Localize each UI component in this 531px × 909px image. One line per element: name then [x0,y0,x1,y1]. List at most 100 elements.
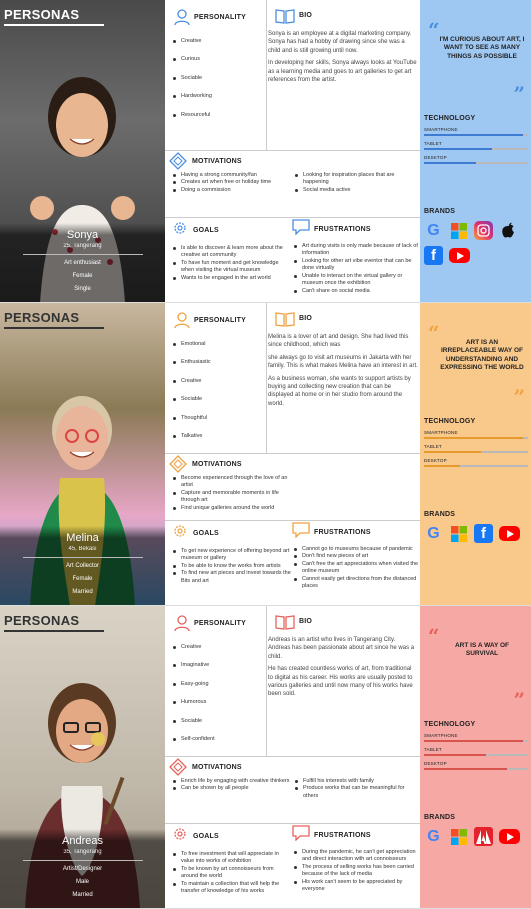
speech-bubble-icon [292,219,310,240]
persona-name: Sonya [66,229,99,241]
motivation-item: Enrich life by engaging with creative th… [171,778,293,785]
persona-meta: Single [74,286,91,292]
quote-box: “ ART IS A WAY OF SURVIVAL ” [420,606,531,714]
motivation-item: Become experienced through the love of a… [171,475,293,490]
quote-close-icon: ” [513,82,525,106]
google-icon: G [427,524,440,542]
technology-section: TECHNOLOGY SMARTPHONE TABLET DESKTOP [424,418,529,472]
persona-subtitle: 25, Tangerang [63,243,102,249]
google-icon: G [427,827,440,845]
tech-label: SMARTPHONE [424,430,458,435]
persona-meta: Married [72,892,93,898]
frustration-item: Looking for other art vibe eventor that … [292,258,418,273]
header-underline [4,630,104,632]
facebook-icon: f [424,246,443,265]
person-icon [173,614,191,637]
frustration-item: Cannot easily get directions from the di… [292,576,418,591]
bio-title: BIO [299,315,313,322]
tech-fill [424,754,486,756]
tech-label: TABLET [424,747,442,752]
bio-text: Sonya is an employee at a digital market… [268,26,418,84]
personality-item: Thoughtful [171,415,266,422]
tech-fill [424,162,476,164]
tech-track [424,162,528,164]
personality-title: PERSONALITY [194,620,246,627]
tech-bar: SMARTPHONE [424,430,529,439]
technology-section: TECHNOLOGY SMARTPHONE TABLET DESKTOP [424,721,529,775]
persona-details: PERSONALITY Creative Curious Sociable Hardw… [165,0,420,302]
goals-title: GOALS [193,833,219,840]
tech-track [424,148,528,150]
quote-box: “ ART IS AN IRREPLACEABLE WAY OF UNDERST… [420,303,531,411]
motivations-right [293,475,418,512]
youtube-icon [499,526,520,541]
divider [22,860,143,861]
adobe-icon [474,827,493,846]
frustrations-section: FRUSTRATIONS Art during visits is only m… [292,219,418,295]
persona-details: PERSONALITY Emotional Enthusiastic Creativ… [165,303,420,605]
persona-quote: ART IS AN IRREPLACEABLE WAY OF UNDERSTAN… [440,339,524,372]
goals-section: GOALS To free investment that will appre… [171,825,291,896]
brands-title: BRANDS [424,208,456,215]
brands-title: BRANDS [424,511,456,518]
goals-section: GOALS To get new experience of offering … [171,522,291,585]
windows-icon [449,524,468,543]
motivation-item: Capture and memorable moments in life th… [171,490,293,505]
motivations-left: Enrich life by engaging with creative th… [171,778,293,800]
tech-track [424,754,528,756]
personality-item: Creative [171,644,266,651]
persona-meta: Art Collector [65,563,99,569]
bio-title: BIO [299,12,313,19]
personality-item: Self-confident [171,736,266,743]
tech-fill [424,134,523,136]
personality-item: Creative [171,38,266,45]
motivations-right: Looking for inspiration places that are … [293,172,418,194]
person-icon [173,311,191,334]
tech-fill [424,451,481,453]
tech-fill [424,768,507,770]
frustration-item: Cannot go to museums because of pandemic [292,546,418,553]
personality-item: Sociable [171,718,266,725]
frustrations-section: FRUSTRATIONS During the pandemic, he can… [292,825,418,894]
persona-card: PERSONAS Melina 45, Bekasi Art Collector… [0,303,531,606]
speech-bubble-icon [292,522,310,543]
personality-item: Resourceful [171,112,266,119]
personality-item: Hardworking [171,93,266,100]
divider [266,0,267,150]
bio-text: Melina is a lover of art and design. She… [268,329,418,408]
bio-paragraph: As a business woman, she wants to suppor… [268,375,411,407]
divider [22,254,143,255]
persona-subtitle: 45, Bekasi [68,546,97,552]
motivations-section: Enrich life by engaging with creative th… [171,762,418,800]
tech-label: DESKTOP [424,458,447,463]
frustration-item: The process of selling works has been ca… [292,864,418,879]
youtube-icon [499,829,520,844]
frustration-item: His work can't seem to be appreciated by… [292,879,418,894]
tech-bar: DESKTOP [424,155,529,164]
bio-paragraph: He has created countless works of art, f… [268,666,413,698]
persona-card: PERSONAS Sonya 25, Tangerang Art enthusi… [0,0,531,303]
personality-title: PERSONALITY [194,14,246,21]
personality-item: Sociable [171,75,266,82]
tech-label: SMARTPHONE [424,733,458,738]
goal-item: Is able to discover & learn more about t… [171,245,291,260]
persona-photo-column: PERSONAS Sonya 25, Tangerang Art enthusi… [0,0,165,302]
tech-track [424,740,528,742]
person-icon [173,8,191,31]
bio-text: Andreas is an artist who lives in Tanger… [268,632,418,699]
goals-title: GOALS [193,530,219,537]
frustrations-title: FRUSTRATIONS [314,832,371,839]
goal-item: To get new experience of offering beyond… [171,548,291,563]
motivation-item: Fulfill his interests with family [293,778,418,785]
apple-icon [499,221,518,240]
header-underline [4,327,104,329]
persona-card: PERSONAS Andreas 35, Tangerang Artist/De… [0,606,531,909]
persona-meta: Artist/Designer [62,866,103,872]
gear-icon [171,825,189,848]
tech-bar: TABLET [424,444,529,453]
tech-bar: SMARTPHONE [424,127,529,136]
personality-list: Creative Curious Sociable Hardworking Resour… [171,38,266,130]
tech-fill [424,465,460,467]
divider [165,756,420,757]
divider [266,303,267,453]
